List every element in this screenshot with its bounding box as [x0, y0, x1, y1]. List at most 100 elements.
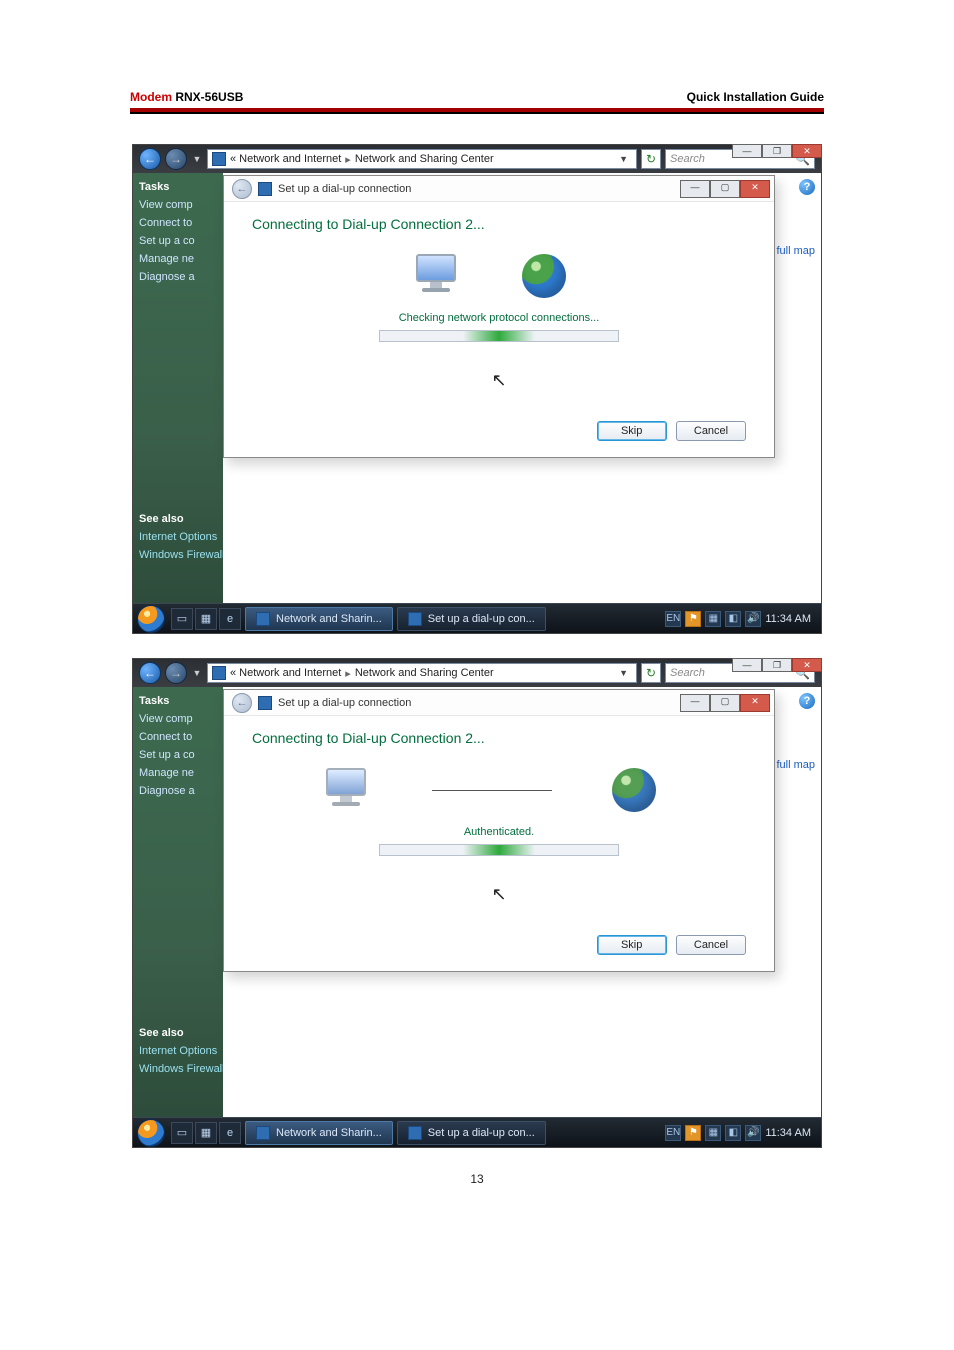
nav-history-dropdown[interactable]: ▼ — [191, 154, 203, 164]
quicklaunch-switch-windows[interactable]: ▦ — [195, 1122, 217, 1144]
screenshot-1: — ❐ ✕ ← → ▼ « Network and Internet ▸ Net… — [132, 144, 822, 634]
sidebar-item-diagnose[interactable]: Diagnose a — [139, 271, 217, 283]
quicklaunch-ie[interactable]: e — [219, 1122, 241, 1144]
skip-button[interactable]: Skip — [597, 421, 667, 441]
sidebar-item-view-computers[interactable]: View comp — [139, 713, 217, 725]
dialog-title: Set up a dial-up connection — [278, 697, 411, 709]
address-dropdown-icon[interactable]: ▼ — [615, 154, 632, 164]
sidebar-item-manage-networks[interactable]: Manage ne — [139, 253, 217, 265]
see-also-title: See also — [139, 1027, 217, 1039]
see-also-internet-options[interactable]: Internet Options — [139, 531, 217, 543]
taskbar-app-icon-2 — [408, 1126, 422, 1140]
sidebar-item-view-computers[interactable]: View comp — [139, 199, 217, 211]
system-tray: EN ⚑ ▦ ◧ 🔊 11:34 AM — [665, 1125, 817, 1141]
model-label: RNX-56USB — [175, 90, 243, 104]
back-button[interactable]: ← — [139, 148, 161, 170]
sidebar-item-connect-to[interactable]: Connect to — [139, 731, 217, 743]
quicklaunch-show-desktop[interactable]: ▭ — [171, 1122, 193, 1144]
dialog-icon — [258, 182, 272, 196]
sidebar-item-connect-to[interactable]: Connect to — [139, 217, 217, 229]
dialog-title: Set up a dial-up connection — [278, 183, 411, 195]
start-button[interactable] — [137, 605, 165, 633]
tray-security-icon[interactable]: ⚑ — [685, 611, 701, 627]
dialog-maximize-button[interactable]: ▢ — [710, 180, 740, 198]
see-also-internet-options[interactable]: Internet Options — [139, 1045, 217, 1057]
forward-button[interactable]: → — [165, 148, 187, 170]
sidebar-item-setup-connection[interactable]: Set up a co — [139, 749, 217, 761]
address-bar[interactable]: « Network and Internet ▸ Network and Sha… — [207, 149, 637, 169]
taskbar-dialup-wizard[interactable]: Set up a dial-up con... — [397, 607, 546, 631]
progress-bar — [379, 844, 619, 856]
dialog-heading: Connecting to Dial-up Connection 2... — [252, 216, 746, 232]
dialog-back-button[interactable]: ← — [232, 179, 252, 199]
sidebar-item-diagnose[interactable]: Diagnose a — [139, 785, 217, 797]
taskbar-btn2-label: Set up a dial-up con... — [428, 613, 535, 625]
breadcrumb-2[interactable]: Network and Sharing Center — [355, 667, 494, 679]
sidebar-item-setup-connection[interactable]: Set up a co — [139, 235, 217, 247]
nav-history-dropdown[interactable]: ▼ — [191, 668, 203, 678]
address-dropdown-icon[interactable]: ▼ — [615, 668, 632, 678]
tray-network-icon[interactable]: ▦ — [705, 1125, 721, 1141]
skip-button[interactable]: Skip — [597, 935, 667, 955]
brand-label: Modem — [130, 90, 172, 104]
outer-restore-button[interactable]: ❐ — [762, 658, 792, 672]
cancel-button[interactable]: Cancel — [676, 421, 746, 441]
dialog-close-button[interactable]: ✕ — [740, 180, 770, 198]
start-button[interactable] — [137, 1119, 165, 1147]
tasks-title: Tasks — [139, 181, 217, 193]
tray-volume-icon[interactable]: 🔊 — [745, 611, 761, 627]
tray-clock[interactable]: 11:34 AM — [765, 613, 811, 625]
forward-button[interactable]: → — [165, 662, 187, 684]
breadcrumb-1[interactable]: « Network and Internet — [230, 667, 341, 679]
taskbar-network-sharing[interactable]: Network and Sharin... — [245, 607, 393, 631]
cursor-icon: ↖ — [252, 370, 746, 391]
dialog-minimize-button[interactable]: — — [680, 180, 710, 198]
screenshot-2: — ❐ ✕ ← → ▼ « Network and Internet ▸ Net… — [132, 658, 822, 1148]
outer-close-button[interactable]: ✕ — [792, 144, 822, 158]
quicklaunch-switch-windows[interactable]: ▦ — [195, 608, 217, 630]
explorer-toolbar: ← → ▼ « Network and Internet ▸ Network a… — [133, 659, 821, 687]
tray-updates-icon[interactable]: ◧ — [725, 1125, 741, 1141]
back-button[interactable]: ← — [139, 662, 161, 684]
breadcrumb-1[interactable]: « Network and Internet — [230, 153, 341, 165]
dialog-minimize-button[interactable]: — — [680, 694, 710, 712]
dialog-back-button[interactable]: ← — [232, 693, 252, 713]
dialog-maximize-button[interactable]: ▢ — [710, 694, 740, 712]
doc-rule — [130, 108, 824, 114]
help-icon[interactable]: ? — [799, 693, 815, 709]
taskbar-dialup-wizard[interactable]: Set up a dial-up con... — [397, 1121, 546, 1145]
outer-minimize-button[interactable]: — — [732, 144, 762, 158]
tray-updates-icon[interactable]: ◧ — [725, 611, 741, 627]
tray-lang-icon[interactable]: EN — [665, 611, 681, 627]
tray-network-icon[interactable]: ▦ — [705, 611, 721, 627]
tray-security-icon[interactable]: ⚑ — [685, 1125, 701, 1141]
refresh-button[interactable]: ↻ — [641, 663, 661, 683]
address-icon — [212, 666, 226, 680]
dialup-dialog: ← Set up a dial-up connection — ▢ ✕ Conn… — [223, 175, 775, 458]
cancel-button[interactable]: Cancel — [676, 935, 746, 955]
help-icon[interactable]: ? — [799, 179, 815, 195]
taskbar: ▭ ▦ e Network and Sharin... Set up a dia… — [133, 603, 821, 633]
address-icon — [212, 152, 226, 166]
outer-close-button[interactable]: ✕ — [792, 658, 822, 672]
tray-clock[interactable]: 11:34 AM — [765, 1127, 811, 1139]
quicklaunch-show-desktop[interactable]: ▭ — [171, 608, 193, 630]
dialog-close-button[interactable]: ✕ — [740, 694, 770, 712]
address-bar[interactable]: « Network and Internet ▸ Network and Sha… — [207, 663, 637, 683]
dialog-status: Authenticated. — [252, 826, 746, 838]
cursor-icon: ↖ — [252, 884, 746, 905]
taskbar-network-sharing[interactable]: Network and Sharin... — [245, 1121, 393, 1145]
outer-window-controls: — ❐ ✕ — [732, 658, 822, 672]
breadcrumb-2[interactable]: Network and Sharing Center — [355, 153, 494, 165]
tasks-sidebar: Tasks View comp Connect to Set up a co M… — [133, 173, 223, 603]
page-number: 13 — [130, 1172, 824, 1186]
quicklaunch-ie[interactable]: e — [219, 608, 241, 630]
sidebar-item-manage-networks[interactable]: Manage ne — [139, 767, 217, 779]
outer-minimize-button[interactable]: — — [732, 658, 762, 672]
refresh-button[interactable]: ↻ — [641, 149, 661, 169]
outer-restore-button[interactable]: ❐ — [762, 144, 792, 158]
see-also-windows-firewall[interactable]: Windows Firewall — [139, 549, 217, 561]
tray-volume-icon[interactable]: 🔊 — [745, 1125, 761, 1141]
see-also-windows-firewall[interactable]: Windows Firewall — [139, 1063, 217, 1075]
tray-lang-icon[interactable]: EN — [665, 1125, 681, 1141]
